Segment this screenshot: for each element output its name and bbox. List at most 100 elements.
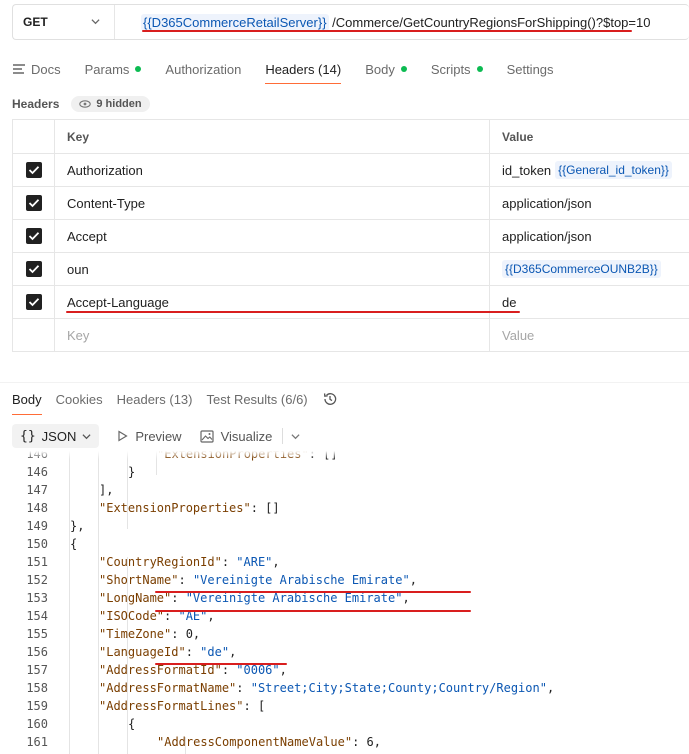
url-input[interactable]: {{D365CommerceRetailServer}} /Commerce/G… [115,13,651,31]
tab-authorization[interactable]: Authorization [165,62,241,77]
tab-params[interactable]: Params [85,62,142,77]
tab-response-cookies[interactable]: Cookies [56,391,103,407]
row-checkbox[interactable] [25,162,42,178]
value-variable: {{D365CommerceOUNB2B}} [502,260,661,278]
code-line: 148 "ExtensionProperties": [] [0,499,689,517]
row-checkbox-cell [13,319,55,351]
response-view-bar: {} JSON Preview Visualize [12,424,300,448]
row-checkbox[interactable] [25,195,42,211]
tab-response-body[interactable]: Body [12,391,42,415]
response-body-code[interactable]: 146"ExtensionProperties": []146}147],148… [0,451,689,754]
table-row: Accept-Language de [13,286,689,319]
json-punctuation: ], [99,483,114,497]
chevron-down-icon[interactable] [291,432,300,441]
code-line: 155 "TimeZone": 0, [0,625,689,643]
json-key: "AddressFormatLines" [99,699,244,713]
header-key-cell[interactable]: Accept-Language [55,286,490,318]
code-line: 156 "LanguageId": "de", [0,643,689,661]
json-punctuation: { [70,537,78,551]
new-value-input[interactable]: Value [490,319,689,351]
tab-scripts[interactable]: Scripts [431,62,483,77]
history-button[interactable] [322,391,338,407]
row-checkbox-cell [13,220,55,252]
code-line: 159 "AddressFormatLines": [ [0,697,689,715]
code-text: ], [99,481,113,499]
tab-body[interactable]: Body [365,62,407,77]
json-punctuation: : [] [250,501,280,515]
json-key: "AddressFormatName" [99,681,237,695]
code-text: "LanguageId": "de", [99,643,236,661]
format-label: JSON [41,428,77,444]
url-variable: {{D365CommerceRetailServer}} [141,13,329,31]
url-path: /Commerce/GetCountryRegionsForShipping()… [328,14,651,30]
format-selector[interactable]: {} JSON [12,424,100,448]
value-variable: {{General_id_token}} [555,161,672,179]
code-line: 152 "ShortName": "Vereinigte Arabische Em… [0,571,689,589]
json-punctuation: : [221,555,237,569]
code-line: 147], [0,481,689,499]
header-value-cell[interactable]: application/json [490,220,689,252]
annotation-underline-url [142,30,632,32]
header-key-cell[interactable]: Authorization [55,154,490,186]
table-header-row: Key Value [13,120,689,154]
code-text: "TimeZone": 0, [99,625,200,643]
line-number: 153 [26,591,48,605]
json-punctuation: , [272,555,280,569]
code-text: }, [70,517,84,535]
headers-title: Headers [12,97,60,111]
line-number: 149 [26,519,48,533]
header-key-cell[interactable]: oun [55,253,490,285]
preview-button[interactable]: Preview [117,429,182,444]
row-checkbox-cell [13,253,55,285]
chevron-down-icon [82,433,91,439]
tab-headers[interactable]: Headers (14) [265,62,341,84]
row-checkbox[interactable] [25,228,42,244]
header-key-cell[interactable]: Content-Type [55,187,490,219]
line-number: 158 [26,681,48,695]
method-selector[interactable]: GET [13,5,115,39]
docs-icon [13,64,25,74]
code-text: "CountryRegionId": "ARE", [99,553,280,571]
header-key-cell[interactable]: Accept [55,220,490,252]
code-text: } [128,463,135,481]
row-checkbox[interactable] [25,261,42,277]
checkmark-icon [28,232,39,241]
code-text: "ExtensionProperties": [] [99,499,280,517]
row-checkbox-cell [13,154,55,186]
column-header-value: Value [502,129,534,144]
line-number: 147 [26,483,48,497]
row-checkbox[interactable] [25,294,42,310]
response-tabs: Body Cookies Headers (13) Test Results (… [12,391,352,415]
play-icon [118,430,128,442]
tab-body-label: Body [365,61,395,77]
line-number: 161 [26,735,48,749]
json-punctuation: , [229,645,237,659]
tab-docs[interactable]: Docs [12,62,61,77]
line-number: 157 [26,663,48,677]
json-punctuation: } [128,465,136,479]
tab-settings[interactable]: Settings [507,62,554,77]
section-divider [0,382,689,383]
header-value-cell[interactable]: de [490,286,689,318]
json-key: "ShortName" [99,573,179,587]
json-string: "de" [200,645,230,659]
tab-response-headers[interactable]: Headers (13) [117,391,193,407]
json-punctuation: : [178,573,193,587]
header-value-cell[interactable]: id_token {{General_id_token}} [490,154,689,186]
line-number: 148 [26,501,48,515]
checkmark-icon [28,166,39,175]
hidden-headers-toggle[interactable]: 9 hidden [71,96,150,112]
code-line: 151 "CountryRegionId": "ARE", [0,553,689,571]
visualize-button[interactable]: Visualize [199,429,272,444]
braces-icon: {} [20,428,36,444]
line-number: 159 [26,699,48,713]
header-value-cell[interactable]: {{D365CommerceOUNB2B}} [490,253,689,285]
json-punctuation: { [128,717,136,731]
json-key: "AddressComponentNameValue" [157,735,353,749]
row-checkbox-cell [13,187,55,219]
json-punctuation: , [402,591,410,605]
new-key-input[interactable]: Key [55,319,490,351]
header-value-cell[interactable]: application/json [490,187,689,219]
tab-test-results[interactable]: Test Results (6/6) [206,391,307,407]
json-key: "CountryRegionId" [99,555,222,569]
